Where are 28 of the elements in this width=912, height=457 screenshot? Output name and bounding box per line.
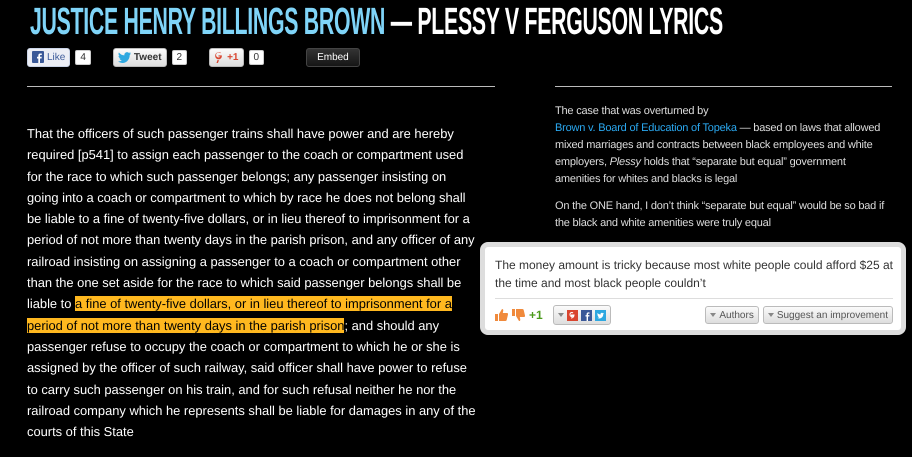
- page-title: JUSTICE HENRY BILLINGS BROWN—PLESSY V FERGUSON LYRICS: [30, 0, 723, 44]
- lyrics-text: That the officers of such passenger trains shall have power and are hereby required [p541] to assign each passenger to the coach or compartment used for the race to which such passenger belongs; any passenger insisting on going into a coach or compartment to which by race he does not belong shall be liable to a fine of twenty-five dollars, or in lieu thereof to imprisonment for a period of not more than twenty days in the parish prison, and any officer of any railroad insisting on assigning a passenger to a coach or compartment other than the one set aside for the race to which said passenger belongs shall be liable to a fine of twenty-five dollars, or in lieu thereof to imprisonment for a period of not more than twenty days in the parish prison; and should any passenger refuse to occupy the coach or compartment to which he or she is assigned by the officer of such railway, said officer shall have power to refuse to carry such passenger on his train, and for such refusal neither he nor the railroad company which he represents shall be liable for damages in any of the courts of this State: [27, 125, 477, 442]
- thumbs-down-icon[interactable]: [512, 309, 525, 321]
- like-button[interactable]: Like: [27, 48, 70, 66]
- caret-icon: [710, 313, 716, 317]
- facebook-icon: [580, 310, 592, 320]
- tweet-button[interactable]: Tweet: [112, 48, 167, 66]
- caret-icon: [558, 313, 564, 317]
- share-count: 4: [75, 50, 91, 64]
- vote-score: +1: [529, 308, 543, 322]
- bird-icon: [594, 310, 606, 320]
- dropdown-button[interactable]: Authors: [705, 306, 759, 324]
- embed-button[interactable]: Embed: [306, 48, 360, 66]
- annotation-link[interactable]: Brown v. Board of Education of Topeka: [555, 122, 737, 134]
- annotation-text: The case that was overturned by Brown v. Board of Education of Topeka — based on laws that allowed mixed marriages and contracts between black employees and white employers, Plessy holds that “separate but equal” government amenities for whites and blacks is legal: [555, 104, 882, 187]
- plus-one-button[interactable]: +1: [209, 48, 244, 66]
- bird-icon: [118, 52, 131, 62]
- share-count: 0: [248, 50, 264, 64]
- share-menu-button[interactable]: [552, 305, 611, 325]
- g-icon: [214, 50, 224, 64]
- comment-text: The money amount is tricky because most white people could afford $25 at the time and most black people couldn’t: [495, 256, 893, 299]
- dropdown-button[interactable]: Suggest an improvement: [762, 306, 893, 324]
- thumbs-up-icon[interactable]: [495, 309, 508, 321]
- g-icon: [566, 310, 578, 320]
- share-count: 2: [172, 50, 188, 64]
- annotation-text: On the ONE hand, I don’t think “separate but equal” would be so bad if the black and white amenities were truly equal: [555, 199, 886, 231]
- facebook-icon: [32, 51, 44, 63]
- caret-icon: [768, 313, 774, 317]
